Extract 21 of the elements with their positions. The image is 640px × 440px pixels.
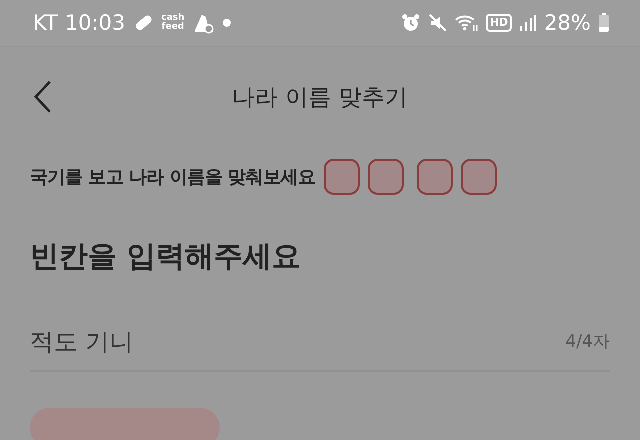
character-counter: 4/4자 [566, 331, 610, 353]
battery-percent: 28% [544, 11, 591, 35]
mute-icon [428, 13, 448, 33]
wifi-icon [454, 13, 479, 33]
answer-field[interactable]: 적도 기니 4/4자 [30, 313, 610, 372]
battery-icon [598, 13, 610, 33]
letter-box [460, 159, 497, 195]
alarm-icon [400, 13, 421, 33]
letter-box [324, 159, 360, 195]
app-logo: cash feed [162, 14, 185, 32]
hd-badge: HD [486, 14, 512, 32]
back-button[interactable] [33, 80, 53, 114]
question-text: 국기를 보고 나라 이름을 맞춰보세요 [30, 166, 316, 189]
dot-icon [222, 19, 231, 27]
signal-icon [519, 14, 538, 32]
carrier: KT [33, 11, 58, 35]
letter-box [368, 159, 404, 195]
letter-box [416, 159, 453, 195]
clock: 10:03 [64, 11, 126, 35]
page-title: 나라 이름 맞추기 [232, 84, 408, 112]
instruction-heading: 빈칸을 입력해주세요 [29, 238, 302, 275]
